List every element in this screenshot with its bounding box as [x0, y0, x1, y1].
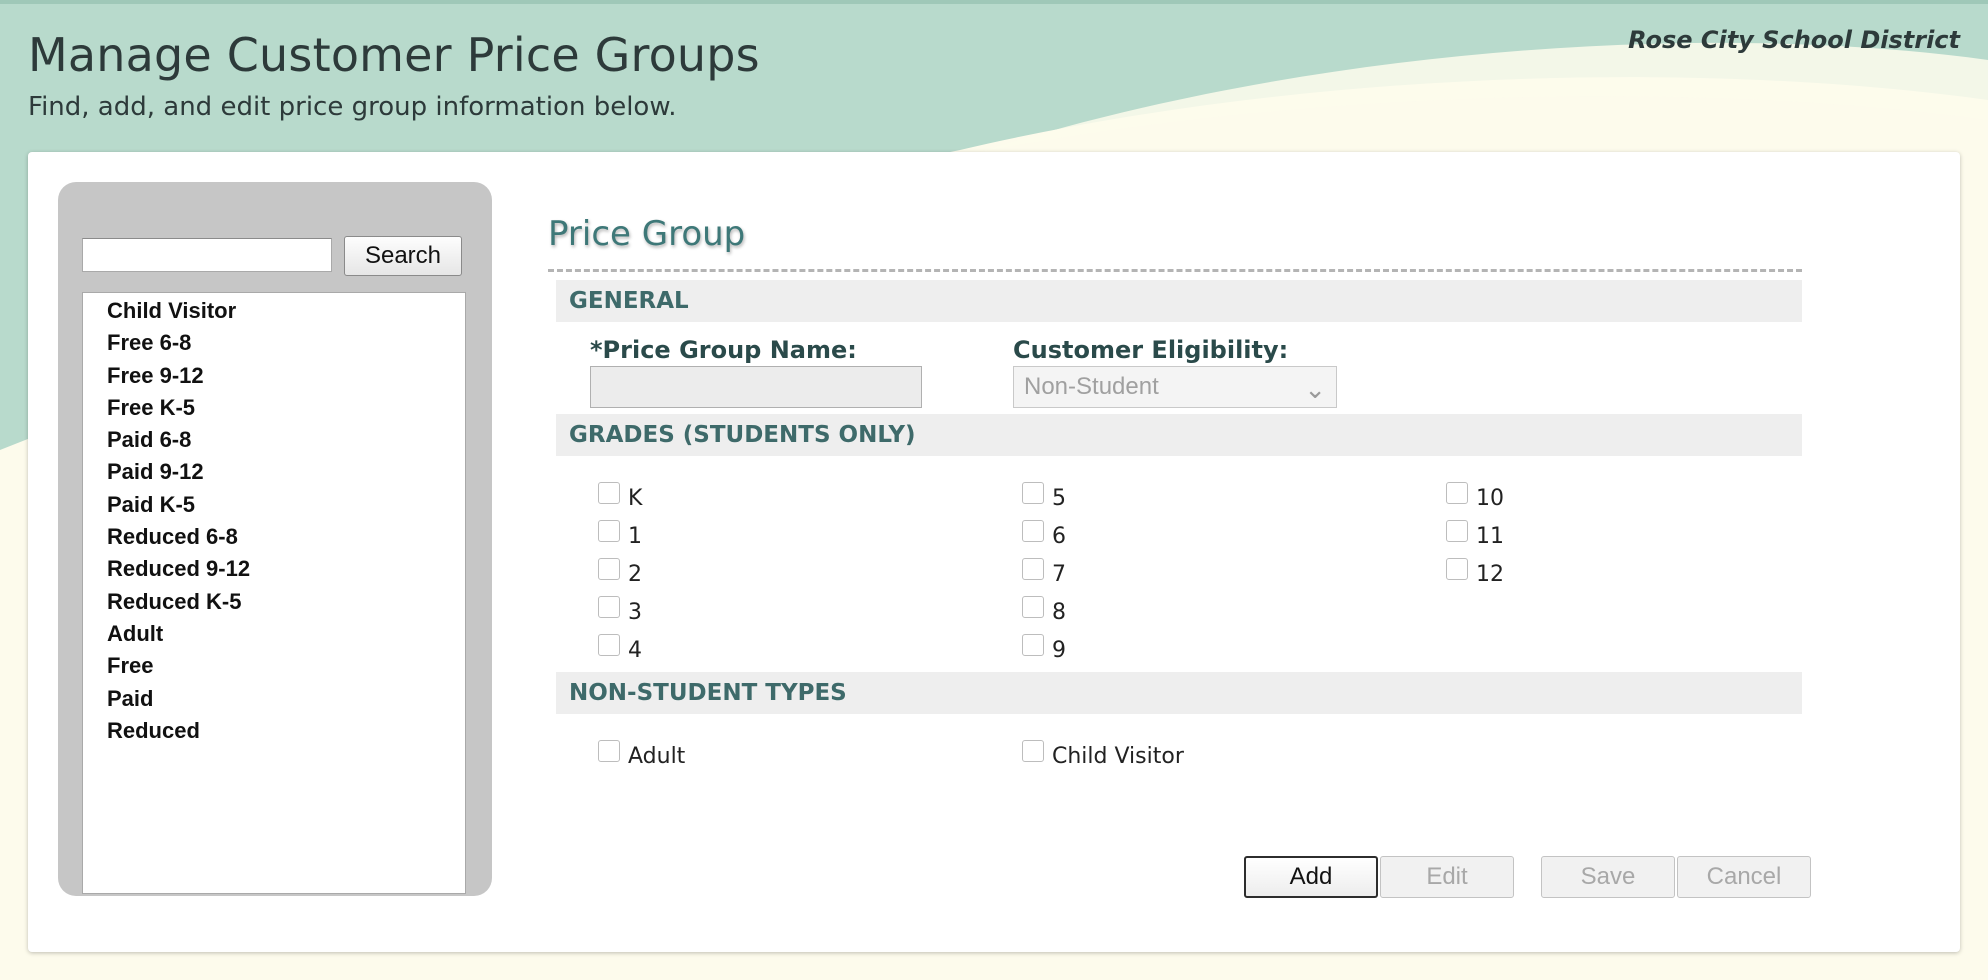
price-group-list-item[interactable]: Free 9-12	[83, 360, 465, 392]
main-card: Search Child Visitor Free 6-8 Free 9-12 Fre…	[28, 152, 1960, 952]
grade-3-label: 3	[628, 600, 642, 625]
price-group-name-input[interactable]	[590, 366, 922, 408]
grade-1-checkbox[interactable]	[598, 520, 620, 542]
customer-eligibility-label: Customer Eligibility:	[1013, 336, 1289, 364]
price-group-sidebar: Search Child Visitor Free 6-8 Free 9-12 Fre…	[58, 182, 492, 896]
search-input[interactable]	[82, 238, 332, 272]
page-title: Manage Customer Price Groups	[28, 28, 760, 82]
non-student-types-heading: NON-STUDENT TYPES	[556, 672, 1802, 714]
grade-4-checkbox[interactable]	[598, 634, 620, 656]
grade-7-checkbox[interactable]	[1022, 558, 1044, 580]
grade-1-label: 1	[628, 524, 642, 549]
grade-11-checkbox[interactable]	[1446, 520, 1468, 542]
district-name: Rose City School District	[1628, 26, 1960, 54]
price-group-list-item[interactable]: Child Visitor	[83, 295, 465, 327]
customer-eligibility-value: Non-Student	[1024, 373, 1159, 400]
grade-11-label: 11	[1476, 524, 1504, 549]
price-group-name-label: *Price Group Name:	[590, 336, 857, 364]
type-adult-label: Adult	[628, 744, 686, 769]
grade-8-checkbox[interactable]	[1022, 596, 1044, 618]
grade-10-checkbox[interactable]	[1446, 482, 1468, 504]
cancel-button[interactable]: Cancel	[1677, 856, 1811, 898]
grade-k-label: K	[628, 486, 643, 511]
type-child-visitor-label: Child Visitor	[1052, 744, 1184, 769]
price-group-list-item[interactable]: Free 6-8	[83, 327, 465, 359]
grade-3-checkbox[interactable]	[598, 596, 620, 618]
add-button[interactable]: Add	[1244, 856, 1378, 898]
grade-12-label: 12	[1476, 562, 1504, 587]
grade-7-label: 7	[1052, 562, 1066, 587]
search-button[interactable]: Search	[344, 236, 462, 276]
grades-heading: GRADES (STUDENTS ONLY)	[556, 414, 1802, 456]
grade-9-checkbox[interactable]	[1022, 634, 1044, 656]
grade-6-label: 6	[1052, 524, 1066, 549]
price-group-list-item[interactable]: Free	[83, 650, 465, 682]
price-group-list-item[interactable]: Reduced 6-8	[83, 521, 465, 553]
type-child-visitor-checkbox[interactable]	[1022, 740, 1044, 762]
section-title: Price Group	[548, 214, 746, 254]
dashed-divider	[548, 269, 1802, 272]
grade-8-label: 8	[1052, 600, 1066, 625]
edit-button[interactable]: Edit	[1380, 856, 1514, 898]
price-group-list-item[interactable]: Adult	[83, 618, 465, 650]
price-group-list-item[interactable]: Paid	[83, 683, 465, 715]
price-group-list-item[interactable]: Free K-5	[83, 392, 465, 424]
price-group-list-item[interactable]: Reduced K-5	[83, 586, 465, 618]
grade-2-checkbox[interactable]	[598, 558, 620, 580]
page-subtitle: Find, add, and edit price group informat…	[28, 92, 677, 122]
grade-6-checkbox[interactable]	[1022, 520, 1044, 542]
type-adult-checkbox[interactable]	[598, 740, 620, 762]
chevron-down-icon: ⌄	[1304, 374, 1326, 404]
price-group-list-item[interactable]: Reduced 9-12	[83, 553, 465, 585]
grade-9-label: 9	[1052, 638, 1066, 663]
save-button[interactable]: Save	[1541, 856, 1675, 898]
price-group-list-item[interactable]: Reduced	[83, 715, 465, 747]
grade-10-label: 10	[1476, 486, 1504, 511]
grade-12-checkbox[interactable]	[1446, 558, 1468, 580]
grade-4-label: 4	[628, 638, 642, 663]
grade-2-label: 2	[628, 562, 642, 587]
price-group-list[interactable]: Child Visitor Free 6-8 Free 9-12 Free K-5 Pa…	[82, 292, 466, 894]
grade-5-checkbox[interactable]	[1022, 482, 1044, 504]
customer-eligibility-select[interactable]: Non-Student ⌄	[1013, 366, 1337, 408]
price-group-list-item[interactable]: Paid 6-8	[83, 424, 465, 456]
price-group-list-item[interactable]: Paid K-5	[83, 489, 465, 521]
grade-5-label: 5	[1052, 486, 1066, 511]
grade-k-checkbox[interactable]	[598, 482, 620, 504]
general-heading: GENERAL	[556, 280, 1802, 322]
price-group-list-item[interactable]: Paid 9-12	[83, 456, 465, 488]
